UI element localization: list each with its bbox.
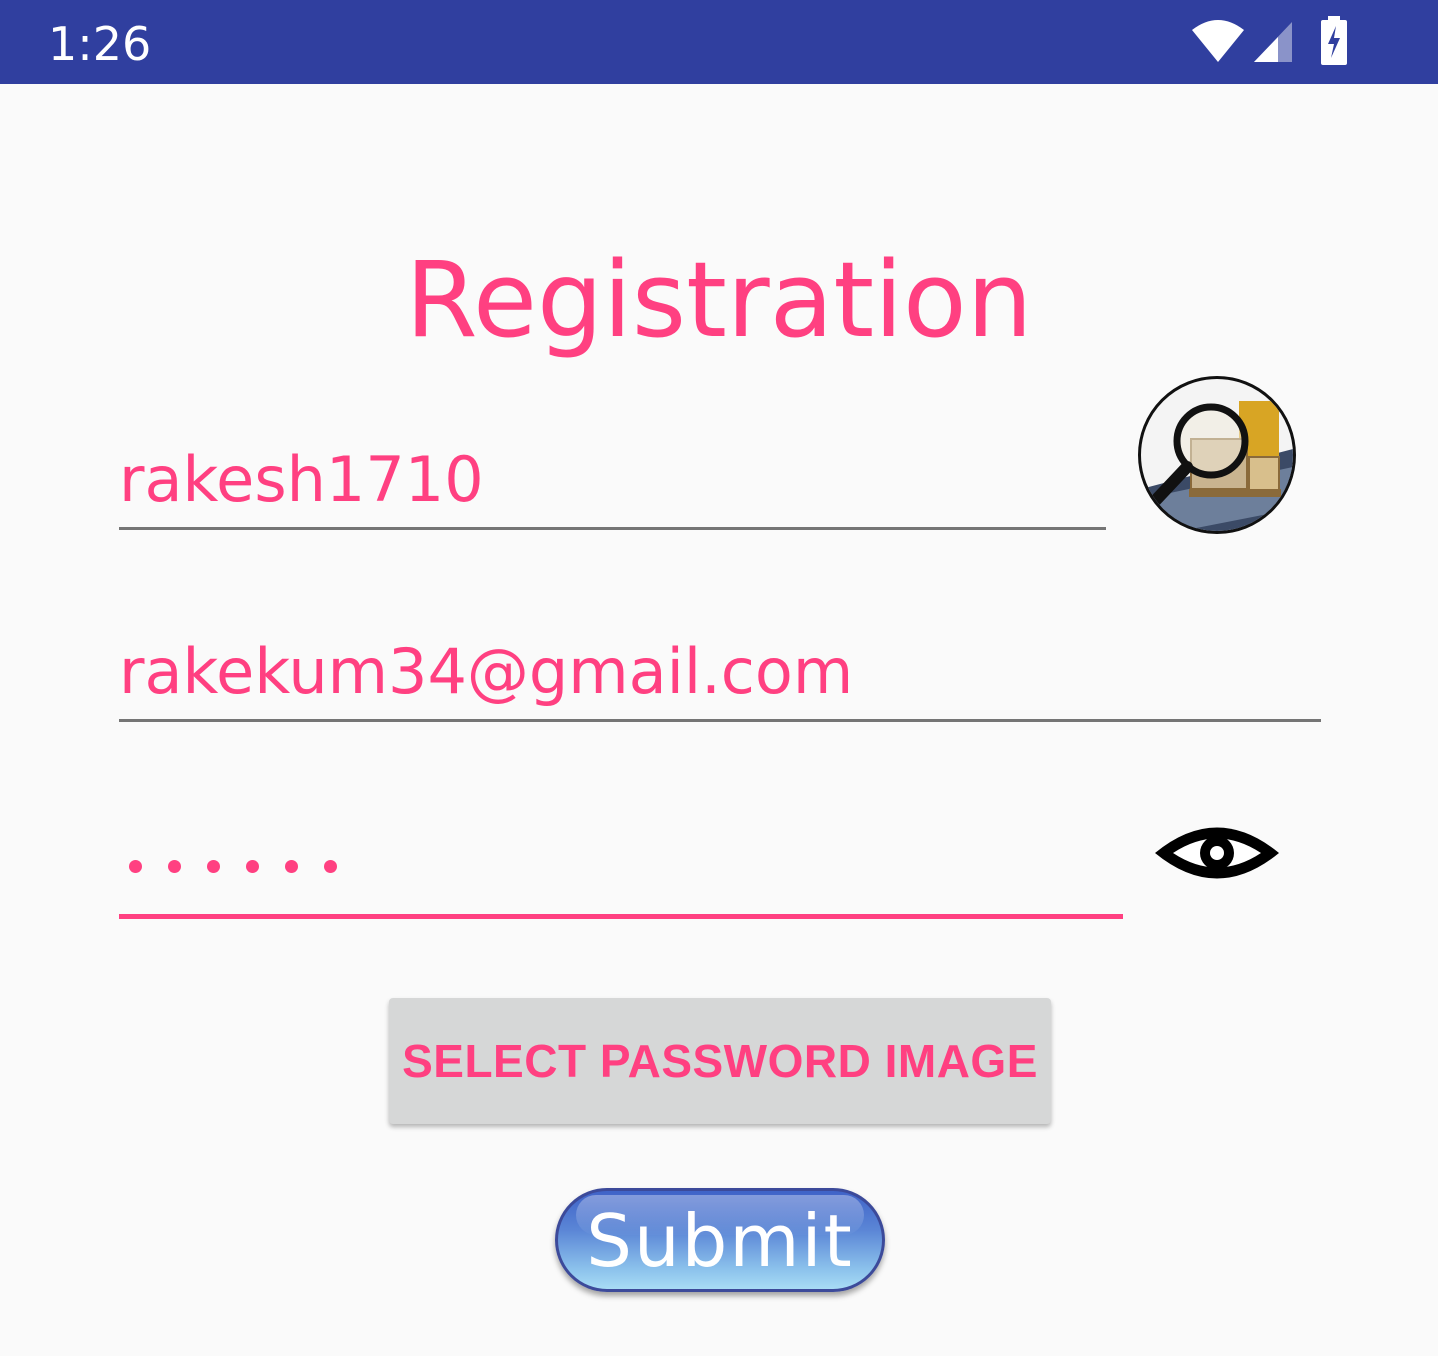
show-password-eye-icon[interactable] bbox=[1153, 822, 1281, 884]
password-dot bbox=[246, 860, 259, 873]
status-icons bbox=[1192, 0, 1438, 84]
page-title: Registration bbox=[405, 239, 1033, 361]
username-value: rakesh1710 bbox=[119, 443, 484, 516]
email-value: rakekum34@gmail.com bbox=[119, 635, 854, 708]
email-field[interactable]: rakekum34@gmail.com bbox=[119, 624, 1321, 722]
password-mask bbox=[129, 860, 337, 873]
battery-charging-icon bbox=[1321, 16, 1347, 65]
cell-signal-icon bbox=[1254, 22, 1292, 62]
status-bar: 1:26 bbox=[0, 0, 1438, 84]
password-underline bbox=[119, 914, 1123, 919]
submit-button[interactable]: Submit bbox=[555, 1188, 885, 1292]
username-underline bbox=[119, 527, 1106, 530]
user-lookup-icon[interactable] bbox=[1138, 376, 1296, 534]
password-dot bbox=[324, 860, 337, 873]
password-dot bbox=[129, 860, 142, 873]
select-password-image-button[interactable]: SELECT PASSWORD IMAGE bbox=[389, 998, 1051, 1124]
password-dot bbox=[207, 860, 220, 873]
password-dot bbox=[168, 860, 181, 873]
password-field[interactable] bbox=[119, 815, 1123, 919]
email-underline bbox=[119, 719, 1321, 722]
submit-label: Submit bbox=[586, 1199, 854, 1283]
password-dot bbox=[285, 860, 298, 873]
wifi-icon bbox=[1192, 20, 1244, 62]
status-time: 1:26 bbox=[48, 17, 152, 71]
username-field[interactable]: rakesh1710 bbox=[119, 430, 1106, 530]
